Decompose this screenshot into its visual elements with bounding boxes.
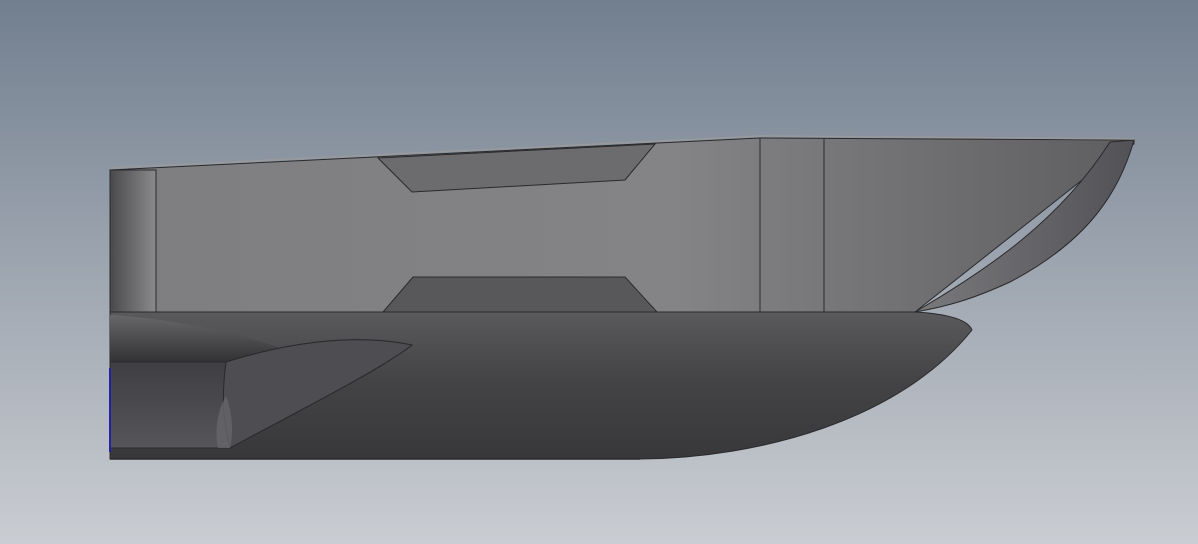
cad-3d-viewport[interactable] [0, 0, 1198, 544]
transom-strip [109, 169, 157, 313]
lower-window-cutout [381, 276, 659, 313]
hull-model-view[interactable] [0, 0, 1198, 544]
